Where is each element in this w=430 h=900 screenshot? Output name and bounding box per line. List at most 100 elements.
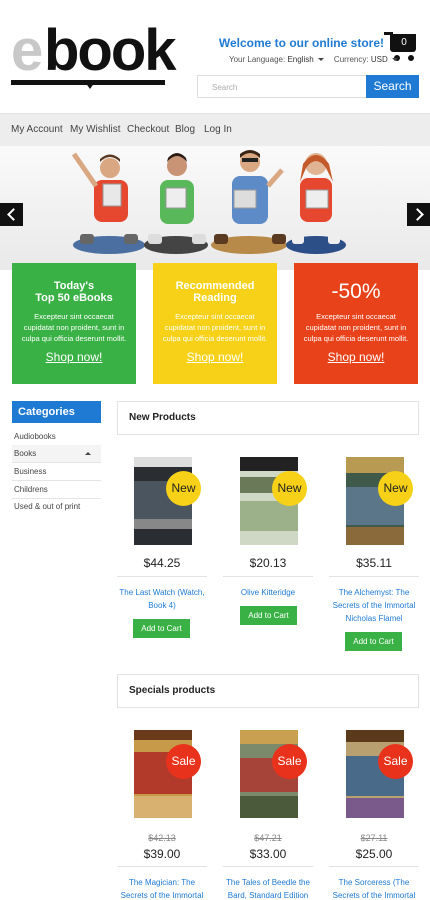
search-input[interactable]: Search (197, 75, 367, 98)
product-title-line: The Tales of Beedle the (226, 878, 310, 887)
old-price: $42.13 (148, 833, 176, 843)
product-title-line: The Sorceress (The (338, 878, 410, 887)
nav-my-wishlist[interactable]: My Wishlist (70, 124, 121, 135)
search-button[interactable]: Search (366, 75, 419, 98)
new-badge: New (272, 471, 307, 506)
product-price: $20.13 (249, 556, 287, 570)
product-price: $35.11 (356, 556, 392, 570)
add-to-cart-button[interactable]: Add to Cart (240, 606, 297, 625)
chevron-right-icon[interactable] (407, 203, 430, 226)
product-price: $39.00 (143, 847, 181, 861)
logo-e: e (11, 18, 43, 83)
product-card: Sale $47.21 $33.00 The Tales of Beedle t… (223, 730, 313, 900)
product-card: New $20.13 Olive Kitteridge Add to Cart (223, 457, 313, 642)
sale-badge: Sale (378, 744, 413, 779)
promo-top-ebooks[interactable]: Today's Top 50 eBooks Excepteur sint occa… (12, 263, 136, 384)
top-nav: My Account My Wishlist Checkout Blog Log… (0, 113, 430, 146)
product-title-line: Nicholas Flamel (345, 614, 403, 623)
promo-title-line: Today's (53, 280, 95, 292)
language-label: Your Language: (229, 55, 286, 64)
header: e book Welcome to our online store! 0 Yo… (0, 0, 430, 113)
shop-now-link[interactable]: Shop now! (12, 350, 136, 364)
new-badge: New (378, 471, 413, 506)
add-to-cart-button[interactable]: Add to Cart (345, 632, 402, 651)
chevron-up-icon[interactable] (85, 452, 91, 455)
product-card: Sale $42.13 $39.00 The Magician: The Secr… (117, 730, 207, 900)
cart-count: 0 (401, 37, 407, 48)
shop-now-link[interactable]: Shop now! (153, 350, 277, 364)
welcome-message: Welcome to our online store! (218, 36, 384, 50)
product-title-line: Secrets of the Immortal (332, 601, 416, 610)
product-title-link[interactable]: The Last Watch (Watch, Book 4) (117, 586, 207, 612)
category-childrens[interactable]: Childrens (12, 481, 101, 499)
divider (329, 576, 419, 577)
promo-title-line: Recommended (175, 280, 255, 292)
divider (117, 576, 207, 577)
chevron-down-icon[interactable] (317, 57, 324, 61)
category-used[interactable]: Used & out of print (12, 498, 101, 516)
logo-tick (85, 82, 95, 92)
promo-title-line: Top 50 eBooks (35, 292, 113, 304)
chevron-left-icon[interactable] (0, 203, 23, 226)
logo[interactable]: e book (11, 18, 177, 92)
promo-text: Excepteur sint occaecat cupidatat non pr… (303, 312, 409, 343)
reader-figure (211, 150, 287, 254)
reader-figure (144, 153, 208, 254)
product-title-line: Bard, Standard Edition (227, 891, 309, 900)
new-badge: New (166, 471, 201, 506)
preferences: Your Language: English Currency: USD (229, 55, 406, 64)
category-audiobooks[interactable]: Audiobooks (12, 428, 101, 446)
divider (329, 866, 419, 867)
nav-blog[interactable]: Blog (175, 124, 195, 135)
product-card: New $35.11 The Alchemyst: The Secrets of … (329, 457, 419, 652)
specials-title: Specials products (117, 674, 419, 708)
product-title-link[interactable]: The Tales of Beedle the Bard, Standard Ed… (223, 876, 313, 900)
product-title-link[interactable]: The Magician: The Secrets of the Immortal (117, 876, 207, 900)
add-to-cart-button[interactable]: Add to Cart (133, 619, 190, 638)
old-price: $27.11 (360, 833, 388, 843)
reader-figure (286, 153, 346, 254)
banner-image (71, 150, 346, 254)
promo-title-line: Reading (193, 292, 237, 304)
categories-title: Categories (12, 401, 101, 423)
product-title-link[interactable]: Olive Kitteridge (223, 586, 313, 599)
promo-discount[interactable]: -50% Excepteur sint occaecat cupidatat n… (294, 263, 418, 384)
divider (223, 576, 313, 577)
product-card: New $44.25 The Last Watch (Watch, Book 4)… (117, 457, 207, 642)
new-products-title: New Products (117, 401, 419, 435)
logo-book: book (44, 18, 177, 83)
reader-figure (71, 152, 145, 254)
promo-title: -50% (331, 280, 381, 303)
product-title-link[interactable]: The Sorceress (The Secrets of the Immorta… (329, 876, 419, 900)
sale-badge: Sale (166, 744, 201, 779)
shop-now-link[interactable]: Shop now! (294, 350, 418, 364)
promo-title: Recommended Reading (153, 280, 277, 304)
product-title-line: Book 4) (148, 601, 176, 610)
cart-wheel (408, 55, 414, 61)
sale-badge: Sale (272, 744, 307, 779)
hero-banner (0, 146, 430, 270)
product-title-line: The Alchemyst: The (338, 588, 410, 597)
product-title-line: Secrets of the Immortal (120, 891, 204, 900)
category-business[interactable]: Business (12, 463, 101, 481)
language-select[interactable]: English (287, 55, 313, 64)
divider (117, 866, 207, 867)
product-title-link[interactable]: The Alchemyst: The Secrets of the Immorta… (329, 586, 419, 625)
product-title-line: Secrets of the Immortal (332, 891, 416, 900)
category-label: Books (14, 449, 37, 458)
product-price: $33.00 (249, 847, 287, 861)
promo-title: Today's Top 50 eBooks (12, 280, 136, 304)
nav-checkout[interactable]: Checkout (127, 124, 169, 135)
currency-select[interactable]: USD (371, 55, 388, 64)
product-price: $25.00 (355, 847, 393, 861)
divider (223, 866, 313, 867)
product-title-line: The Magician: The (128, 878, 196, 887)
old-price: $47.21 (254, 833, 282, 843)
promo-recommended[interactable]: Recommended Reading Excepteur sint occaec… (153, 263, 277, 384)
promo-text: Excepteur sint occaecat cupidatat non pr… (21, 312, 127, 343)
nav-my-account[interactable]: My Account (11, 124, 63, 135)
category-books[interactable]: Books (12, 445, 101, 463)
nav-log-in[interactable]: Log In (204, 124, 232, 135)
product-card: Sale $27.11 $25.00 The Sorceress (The Sec… (329, 730, 419, 900)
chevron-down-icon[interactable] (391, 57, 398, 61)
